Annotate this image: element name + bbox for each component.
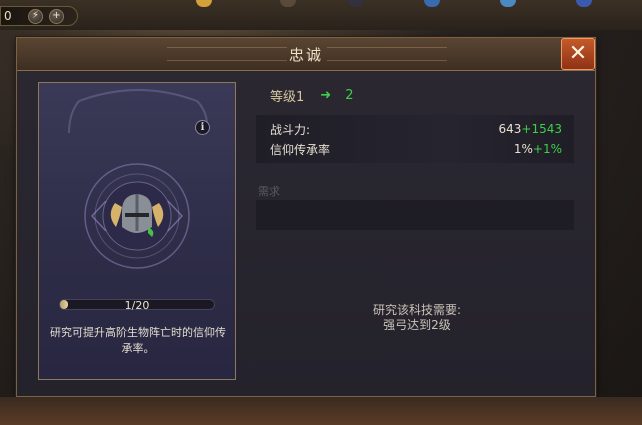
gem-icon xyxy=(196,0,212,7)
stat-current: 1% xyxy=(513,142,533,156)
research-progress-label: 1/20 xyxy=(124,299,150,312)
tech-description: 研究可提升高阶生物阵亡时的信仰传承率。 xyxy=(50,326,226,355)
stat-row-power: 战斗力: 643+1543 xyxy=(270,119,562,139)
stat-row-faith-inheritance: 信仰传承率 1%+1% xyxy=(270,139,562,159)
dialog-header: 忠诚 xyxy=(17,38,595,71)
info-icon[interactable]: i xyxy=(195,120,210,135)
gem-icon xyxy=(280,0,296,7)
background-bottom-strip xyxy=(0,397,642,425)
level-row: 等级1 ➜ 2 xyxy=(270,85,570,105)
next-level-value: 2 xyxy=(345,87,354,103)
requirement-line-2: 强弓达到2级 xyxy=(383,318,451,332)
research-progress-bar: 1/20 xyxy=(59,299,215,312)
tech-card: i 1/20 研究可提升高阶生物阵亡时的信仰传承率。 xyxy=(38,82,236,380)
stats-panel: 战斗力: 643+1543 信仰传承率 1%+1% xyxy=(256,115,574,163)
gem-icon xyxy=(500,0,516,7)
stat-value: 1%+1% xyxy=(514,142,562,156)
header-ornament-left xyxy=(167,47,287,61)
add-resource-button[interactable]: + xyxy=(49,8,64,24)
close-button[interactable]: ✕ xyxy=(561,38,595,70)
requirement-title: 需求 xyxy=(258,185,280,198)
header-ornament-right xyxy=(327,47,447,61)
research-dialog: 忠诚 ✕ i 1/20 研究可提升高阶生物阵亡时的信仰传承率。 等级1 ➜ 2 … xyxy=(16,37,596,397)
arrow-right-icon: ➜ xyxy=(320,87,332,103)
stat-label: 信仰传承率 xyxy=(270,142,331,157)
resource-counter: 0 ⚡ + xyxy=(0,6,78,26)
gem-icon xyxy=(576,0,592,7)
requirement-text: 研究该科技需要: 强弓达到2级 xyxy=(317,303,517,333)
requirement-bar xyxy=(256,200,574,230)
stat-current: 643 xyxy=(498,122,522,136)
current-level-label: 等级1 xyxy=(270,89,305,105)
top-hud-bar: 0 ⚡ + xyxy=(0,0,642,30)
gem-icon xyxy=(424,0,440,7)
resource-count: 0 xyxy=(4,9,12,23)
requirement-line-1: 研究该科技需要: xyxy=(372,303,462,317)
lightning-icon[interactable]: ⚡ xyxy=(28,8,43,24)
stat-label: 战斗力: xyxy=(270,122,311,137)
gem-icon xyxy=(348,0,364,7)
dialog-title: 忠诚 xyxy=(288,45,323,64)
stat-bonus: +1% xyxy=(532,142,562,156)
loyalty-helmet-icon xyxy=(84,163,190,269)
stat-bonus: +1543 xyxy=(521,122,562,136)
stat-value: 643+1543 xyxy=(499,122,563,136)
